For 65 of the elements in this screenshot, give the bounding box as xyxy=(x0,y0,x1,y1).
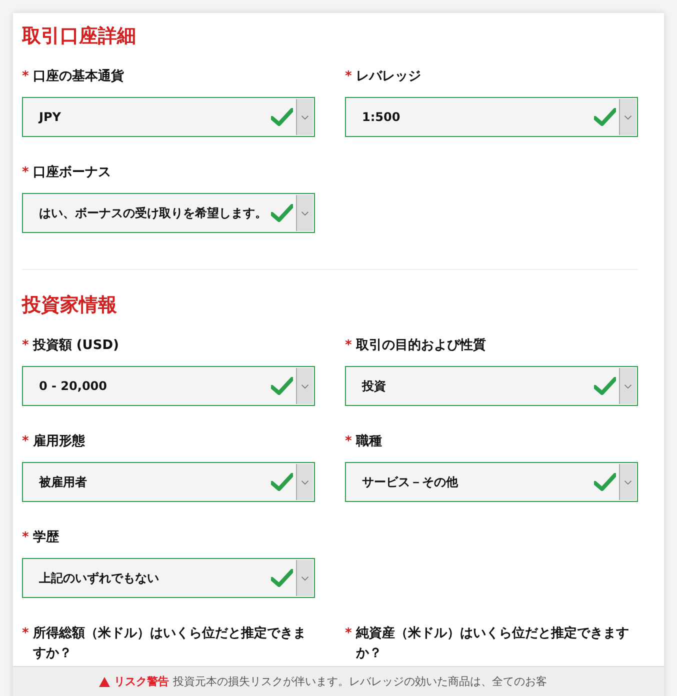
risk-text: 投資元本の損失リスクが伴います。レバレッジの効いた商品は、全てのお客 xyxy=(173,674,547,689)
required-mark: * xyxy=(22,68,29,86)
field-label: 口座の基本通貨 xyxy=(32,68,124,86)
select-value: JPY xyxy=(39,110,62,124)
select-value: 1:500 xyxy=(362,110,402,124)
caret-icon xyxy=(624,114,632,120)
required-mark: * xyxy=(345,337,352,355)
check-icon xyxy=(271,473,293,491)
dropdown-button[interactable] xyxy=(296,195,313,231)
warning-icon xyxy=(99,676,110,686)
risk-title: リスク警告 xyxy=(114,674,169,689)
select-field[interactable]: 0 - 20,000 xyxy=(22,366,315,406)
field-label: 学歴 xyxy=(32,529,59,547)
select-field[interactable]: はい、ボーナスの受け取りを希望します。 xyxy=(22,193,315,233)
required-mark: * xyxy=(22,337,29,355)
field-label: 取引の目的および性質 xyxy=(356,336,486,355)
required-mark: * xyxy=(22,164,29,182)
required-mark: * xyxy=(345,625,352,643)
required-mark: * xyxy=(22,433,29,451)
caret-icon xyxy=(624,480,632,484)
dropdown-button[interactable] xyxy=(296,99,313,135)
dropdown-button[interactable] xyxy=(296,560,313,596)
select-field[interactable]: サービス－その他 xyxy=(345,462,638,502)
field-label: 純資産（米ドル）はいくら位だと推定できますか？ xyxy=(356,624,630,663)
field-label: 所得総額（米ドル）はいくら位だと推定できますか？ xyxy=(32,624,307,663)
caret-icon xyxy=(301,576,309,580)
select-value: 0 - 20,000 xyxy=(39,379,108,393)
field-label: レバレッジ xyxy=(356,68,421,86)
dropdown-button[interactable] xyxy=(619,368,636,404)
select-field[interactable]: 上記のいずれでもない xyxy=(22,558,315,598)
select-value: 投資 xyxy=(362,378,387,394)
required-mark: * xyxy=(345,68,352,86)
dropdown-button[interactable] xyxy=(296,464,313,500)
caret-icon xyxy=(301,384,309,388)
caret-icon xyxy=(301,114,309,120)
select-value: 被雇用者 xyxy=(39,474,88,490)
caret-icon xyxy=(301,480,309,484)
caret-icon xyxy=(301,210,309,216)
field-label: 投資額 (USD) xyxy=(32,336,119,355)
select-field[interactable]: 被雇用者 xyxy=(22,462,315,502)
select-value: はい、ボーナスの受け取りを希望します。 xyxy=(39,204,268,222)
required-mark: * xyxy=(22,529,29,547)
section-heading: 取引口座詳細 xyxy=(22,24,137,49)
select-value: 上記のいずれでもない xyxy=(39,570,160,586)
required-mark: * xyxy=(345,433,352,451)
select-value: サービス－その他 xyxy=(362,474,459,490)
check-icon xyxy=(271,204,293,222)
check-icon xyxy=(271,108,293,126)
check-icon xyxy=(594,377,616,395)
field-label: 口座ボーナス xyxy=(32,164,111,182)
check-icon xyxy=(594,108,616,126)
check-icon xyxy=(271,569,293,587)
dropdown-button[interactable] xyxy=(619,99,636,135)
required-mark: * xyxy=(22,625,29,643)
section-heading: 投資家情報 xyxy=(22,293,118,318)
dropdown-button[interactable] xyxy=(619,464,636,500)
field-label: 雇用形態 xyxy=(32,432,85,451)
field-label: 職種 xyxy=(356,432,382,451)
check-icon xyxy=(594,473,616,491)
select-field[interactable]: 投資 xyxy=(345,366,638,406)
select-field[interactable]: 1:500 xyxy=(345,97,638,137)
dropdown-button[interactable] xyxy=(296,368,313,404)
caret-icon xyxy=(624,384,632,388)
select-field[interactable]: JPY xyxy=(22,97,315,137)
check-icon xyxy=(271,377,293,395)
